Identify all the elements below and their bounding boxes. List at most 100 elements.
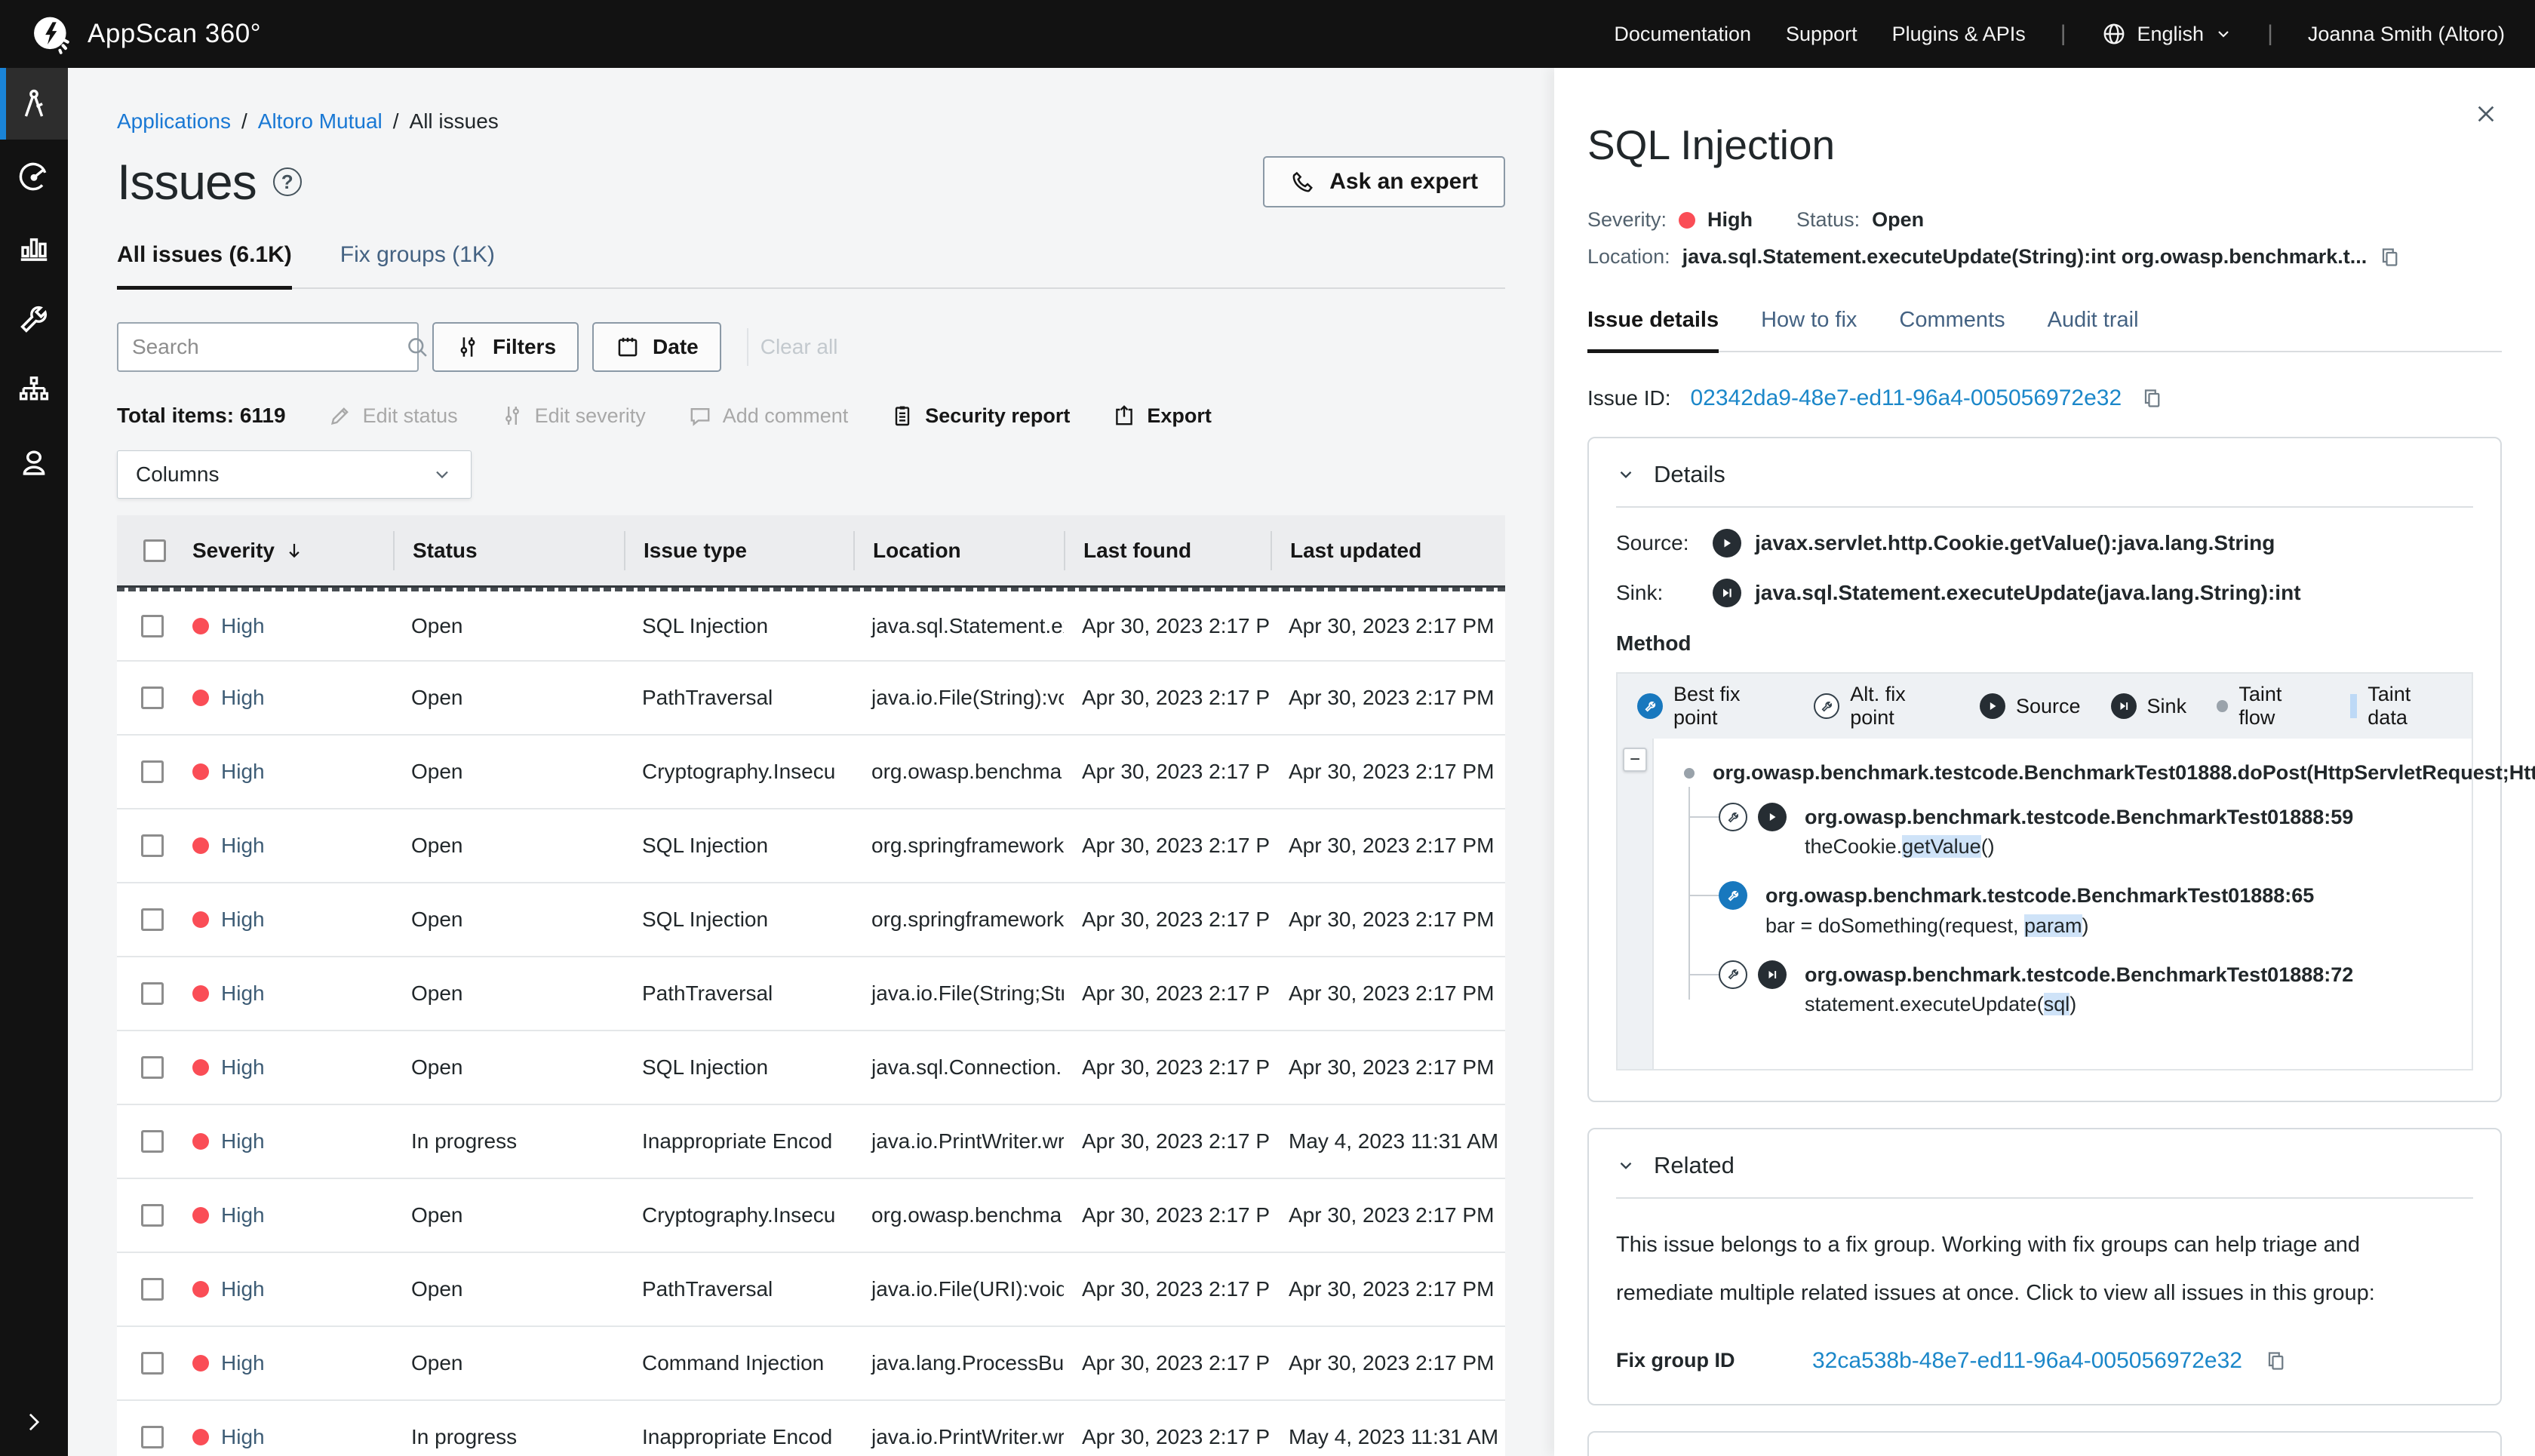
trace-node-source[interactable]: org.owasp.benchmark.testcode.BenchmarkTe… [1719,803,2449,862]
cell-status: Open [393,760,624,784]
col-location[interactable]: Location [853,531,1064,570]
col-severity-label: Severity [192,539,275,563]
bulk-actions-row: Total items: 6119 Edit status Edit sever… [117,404,1505,428]
add-comment-button[interactable]: Add comment [688,404,849,428]
details-title: Details [1654,461,1725,488]
table-row[interactable]: High Open Cryptography.Insecu org.owasp.… [117,1179,1505,1253]
copy-icon[interactable] [2265,1350,2288,1372]
col-issue-type[interactable]: Issue type [624,531,853,570]
ask-expert-button[interactable]: Ask an expert [1263,156,1505,207]
date-button[interactable]: Date [592,322,721,372]
row-checkbox[interactable] [141,1204,164,1227]
table-row[interactable]: High Open SQL Injection org.springframew… [117,809,1505,883]
tab-audit-trail[interactable]: Audit trail [2048,308,2139,351]
cell-status: Open [393,1277,624,1301]
table-row[interactable]: High Open PathTraversal java.io.File(Str… [117,957,1505,1031]
clear-all-button[interactable]: Clear all [747,328,838,366]
breadcrumb: Applications / Altoro Mutual / All issue… [117,109,1505,134]
user-menu[interactable]: Joanna Smith (Altoro) [2308,23,2505,46]
trace-node-best-fix[interactable]: org.owasp.benchmark.testcode.BenchmarkTe… [1719,881,2449,940]
table-row[interactable]: High In progress Inappropriate Encod jav… [117,1105,1505,1179]
row-checkbox[interactable] [141,1056,164,1079]
cell-severity: High [192,1055,393,1080]
table-row[interactable]: High Open SQL Injection java.sql.Stateme… [117,588,1505,662]
sidebar-item-scans[interactable] [0,140,68,211]
table-row[interactable]: High Open SQL Injection java.sql.Connect… [117,1031,1505,1105]
sink-value: java.sql.Statement.executeUpdate(java.la… [1755,581,2301,605]
col-severity[interactable]: Severity [192,531,393,570]
severity-label: High [221,1277,265,1301]
nav-plugins-apis[interactable]: Plugins & APIs [1892,23,2026,46]
cell-issue-type: Inappropriate Encod [624,1425,853,1449]
severity-high-dot [192,763,209,780]
issue-id-link[interactable]: 02342da9-48e7-ed11-96a4-005056972e32 [1690,386,2122,411]
cell-status: Open [393,908,624,932]
col-status[interactable]: Status [393,531,624,570]
row-checkbox[interactable] [141,1278,164,1301]
fix-group-id-link[interactable]: 32ca538b-48e7-ed11-96a4-005056972e32 [1812,1348,2242,1374]
select-all-checkbox[interactable] [143,539,166,562]
export-button[interactable]: Export [1112,404,1212,428]
details-header[interactable]: Details [1616,461,2473,488]
sidebar-item-applications[interactable] [0,68,68,140]
legend-label: Best fix point [1673,683,1784,730]
table-row[interactable]: High Open Cryptography.Insecu org.owasp.… [117,736,1505,809]
help-icon[interactable]: ? [273,167,302,196]
copy-icon[interactable] [2379,246,2401,269]
col-last-updated[interactable]: Last updated [1271,531,1505,570]
table-row[interactable]: High Open Command Injection java.lang.Pr… [117,1327,1505,1401]
table-row[interactable]: High Open PathTraversal java.io.File(Str… [117,662,1505,736]
search-input[interactable] [132,335,404,359]
security-report-button[interactable]: Security report [890,404,1070,428]
related-header[interactable]: Related [1616,1152,2473,1179]
copy-icon[interactable] [2141,387,2164,410]
cell-issue-type: SQL Injection [624,1055,853,1080]
columns-dropdown[interactable]: Columns [117,450,472,499]
nav-support[interactable]: Support [1786,23,1857,46]
close-icon[interactable] [2473,101,2499,127]
sidebar-item-tools[interactable] [0,283,68,355]
taint-data-highlight: getValue [1902,835,1981,858]
sidebar-expand-button[interactable] [0,1409,68,1435]
row-checkbox[interactable] [141,834,164,857]
tab-how-to-fix[interactable]: How to fix [1761,308,1857,351]
table-row[interactable]: High In progress Inappropriate Encod jav… [117,1401,1505,1456]
cell-location: org.springframework [853,834,1064,858]
trace-node-class: org.owasp.benchmark.testcode.BenchmarkTe… [1765,881,2314,911]
filters-icon [455,334,481,360]
row-checkbox[interactable] [141,1130,164,1153]
sidebar-item-reports[interactable] [0,211,68,283]
sidebar-item-users[interactable] [0,426,68,498]
tab-all-issues[interactable]: All issues (6.1K) [117,242,292,287]
status-label: Status: [1796,208,1860,232]
row-checkbox[interactable] [141,760,164,783]
edit-status-button[interactable]: Edit status [328,404,458,428]
tab-issue-details[interactable]: Issue details [1587,308,1719,351]
tab-comments[interactable]: Comments [1899,308,2005,351]
cell-status: Open [393,686,624,710]
breadcrumb-altoro-mutual[interactable]: Altoro Mutual [258,109,383,134]
row-checkbox[interactable] [141,908,164,931]
collapse-trace-button[interactable]: − [1623,748,1647,772]
language-selector[interactable]: English [2101,21,2233,47]
tab-fix-groups[interactable]: Fix groups (1K) [340,242,495,287]
edit-severity-button[interactable]: Edit severity [500,404,646,428]
calendar-icon [615,334,641,360]
row-checkbox[interactable] [141,1352,164,1375]
col-last-found[interactable]: Last found [1064,531,1271,570]
cell-last-updated: Apr 30, 2023 2:17 PM [1271,981,1505,1006]
trace-root-node[interactable]: org.owasp.benchmark.testcode.BenchmarkTe… [1684,758,2449,788]
row-checkbox[interactable] [141,1426,164,1448]
table-row[interactable]: High Open SQL Injection org.springframew… [117,883,1505,957]
trace-node-sink[interactable]: org.owasp.benchmark.testcode.BenchmarkTe… [1719,960,2449,1019]
sidebar-item-organization[interactable] [0,355,68,426]
table-row[interactable]: High Open PathTraversal java.io.File(URI… [117,1253,1505,1327]
nav-documentation[interactable]: Documentation [1614,23,1751,46]
row-checkbox[interactable] [141,687,164,709]
filters-button[interactable]: Filters [432,322,579,372]
breadcrumb-applications[interactable]: Applications [117,109,231,134]
row-checkbox[interactable] [141,615,164,637]
row-checkbox[interactable] [141,982,164,1005]
severity-high-dot [192,1133,209,1150]
search-icon[interactable] [404,334,430,360]
